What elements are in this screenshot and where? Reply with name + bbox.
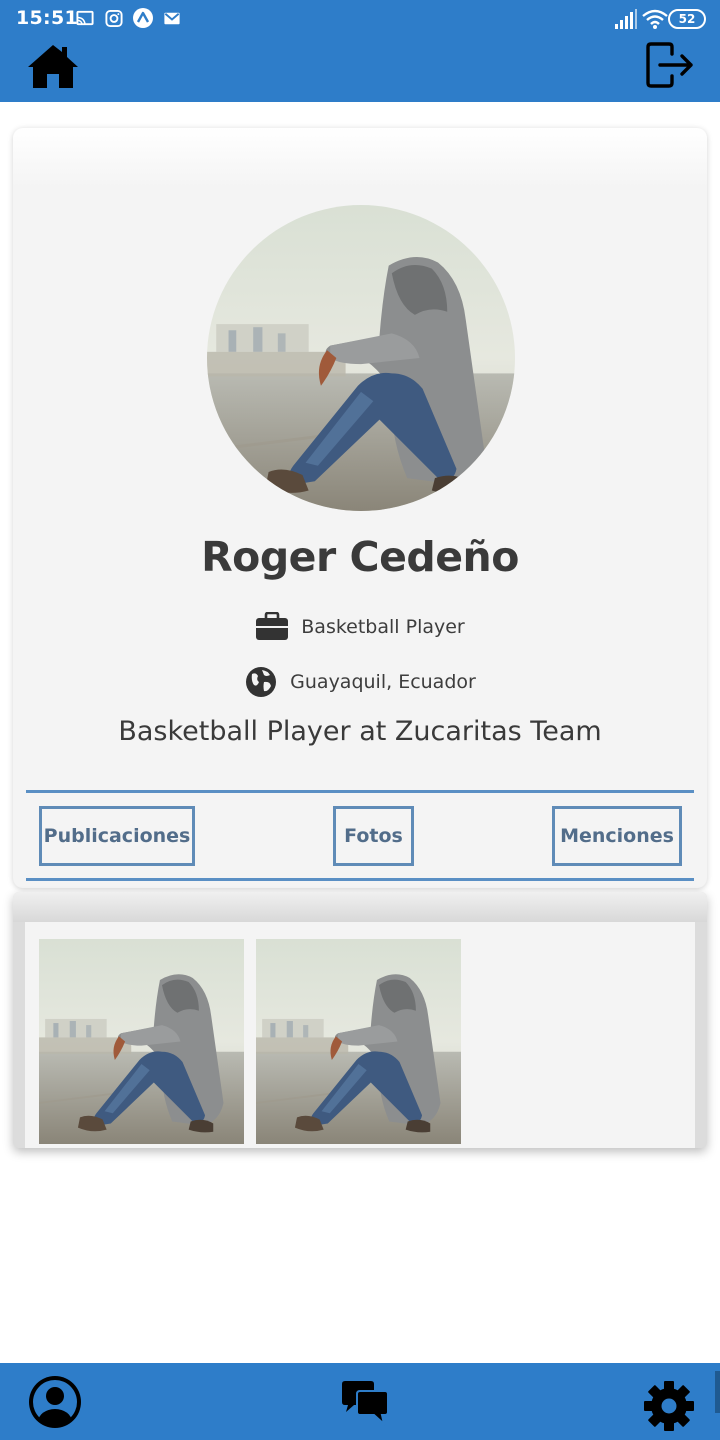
signal-icon — [615, 9, 637, 29]
briefcase-icon — [256, 612, 289, 640]
tab-publicaciones[interactable]: Publicaciones — [39, 806, 195, 866]
profile-bio: Basketball Player at Zucaritas Team — [118, 716, 602, 747]
battery-level: 52 — [678, 12, 696, 26]
location-text: Guayaquil, Ecuador — [290, 671, 476, 693]
avatar-photo — [207, 205, 515, 511]
tabs-top-divider — [26, 790, 694, 793]
tab-fotos[interactable]: Fotos — [333, 806, 414, 866]
app-icon — [133, 8, 153, 28]
photo-image — [39, 939, 244, 1144]
gallery-photo[interactable] — [39, 939, 244, 1144]
occupation-text: Basketball Player — [301, 616, 465, 638]
tabs-bottom-divider — [26, 878, 694, 881]
photo-image — [256, 939, 461, 1144]
avatar[interactable] — [207, 205, 515, 511]
wifi-icon — [642, 9, 668, 29]
gallery-grid — [25, 922, 695, 1148]
status-bar: 15:51 52 — [0, 0, 720, 38]
photo-gallery — [13, 892, 707, 1148]
instagram-icon — [105, 9, 123, 28]
tab-menciones[interactable]: Menciones — [552, 806, 682, 866]
location-row: Guayaquil, Ecuador — [13, 665, 707, 699]
home-icon[interactable] — [26, 42, 80, 92]
tab-label: Menciones — [560, 825, 674, 847]
occupation-row: Basketball Player — [13, 612, 707, 642]
profile-name: Roger Cedeño — [201, 533, 519, 581]
chat-icon[interactable] — [340, 1380, 390, 1426]
cast-icon — [76, 10, 94, 26]
card-header-shade — [13, 128, 707, 188]
gallery-header-shade — [13, 892, 707, 922]
battery-icon: 52 — [668, 9, 706, 29]
bottom-nav — [0, 1363, 720, 1440]
gallery-photo[interactable] — [256, 939, 461, 1144]
settings-icon[interactable] — [643, 1380, 695, 1432]
logout-icon[interactable] — [644, 42, 696, 88]
status-time: 15:51 — [16, 7, 78, 29]
profile-card: Roger Cedeño Basketball Player Guayaquil… — [13, 128, 707, 888]
gmail-icon — [164, 12, 180, 25]
app-header — [0, 38, 720, 102]
tab-label: Fotos — [344, 825, 403, 847]
profile-icon[interactable] — [26, 1376, 84, 1428]
globe-icon — [246, 667, 277, 697]
nav-edge-indicator — [715, 1371, 720, 1413]
tab-label: Publicaciones — [43, 825, 191, 847]
